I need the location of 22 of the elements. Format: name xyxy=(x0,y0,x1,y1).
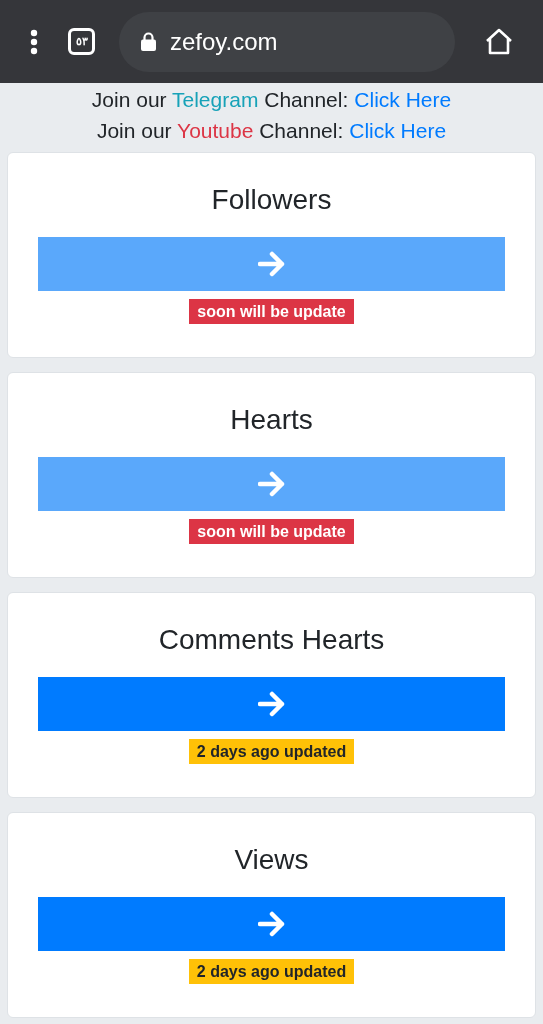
arrow-button[interactable] xyxy=(38,677,505,731)
lock-icon xyxy=(141,32,156,51)
address-bar[interactable]: zefoy.com xyxy=(119,11,455,72)
status-label: 2 days ago updated xyxy=(188,739,355,764)
url-text: zefoy.com xyxy=(170,26,278,57)
arrow-right-icon xyxy=(257,251,286,277)
status-label: soon will be update xyxy=(189,519,354,544)
arrow-right-icon xyxy=(257,471,286,497)
card-title: Comments Hearts xyxy=(158,623,385,657)
status-label: soon will be update xyxy=(189,299,354,324)
menu-icon[interactable] xyxy=(30,28,38,55)
tab-count[interactable]: ٥٣ xyxy=(68,28,95,55)
card-title: Views xyxy=(234,843,309,877)
card-title: Followers xyxy=(211,183,332,217)
arrow-right-icon xyxy=(257,691,286,717)
status-label: 2 days ago updated xyxy=(188,959,355,984)
card-title: Hearts xyxy=(230,403,313,437)
arrow-button[interactable] xyxy=(38,897,505,951)
join-text: Join our Youtube Channel: xyxy=(96,117,344,144)
join-text: Join our Telegram Channel: xyxy=(91,86,349,113)
arrow-right-icon xyxy=(257,911,286,937)
home-icon[interactable] xyxy=(485,28,513,55)
